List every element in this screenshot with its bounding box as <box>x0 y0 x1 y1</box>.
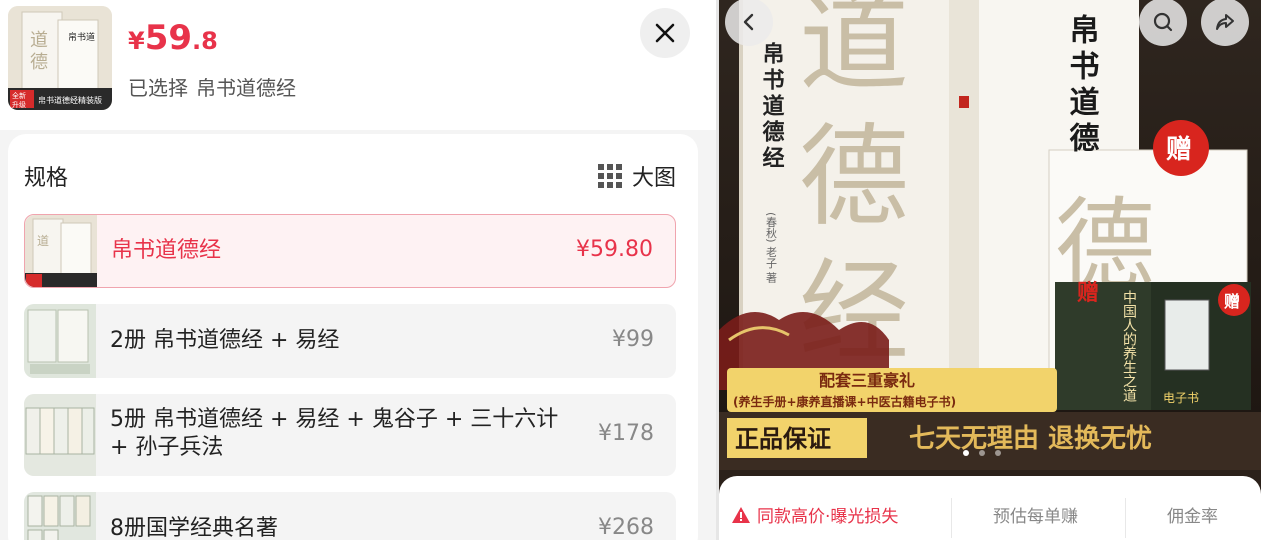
grid-icon <box>597 164 622 188</box>
option-price: ¥59.80 <box>576 237 653 262</box>
spec-option-1[interactable]: 道 帛书道德经 ¥59.80 <box>24 214 676 288</box>
price-decimal: .8 <box>192 27 218 55</box>
sku-header: 道 德 帛书道 全新 升级 帛书道德经精装版 ¥59.8 已选择 帛书道德经 <box>0 0 716 130</box>
option-thumbnail <box>24 394 96 476</box>
spec-title: 规格 <box>24 166 69 191</box>
refund-label: 七天无理由 退换无忧 <box>909 424 1152 454</box>
spec-sheet: 规格 大图 道 帛书道德经 ¥59.80 2册 帛书道德经 + 易经 ¥99 5… <box>0 130 716 540</box>
column-divider <box>951 498 952 538</box>
product-image-carousel[interactable]: 赠 道 德 经 德 帛书道德经 (春秋) 老子 著 帛书道德 赠 中国人的养生之… <box>719 0 1261 470</box>
banner-right-title: 帛书道德 <box>1064 14 1100 158</box>
back-icon <box>743 13 754 31</box>
search-icon <box>1153 12 1173 32</box>
spec-option-4[interactable]: 8册国学经典名著 ¥268 <box>24 492 676 540</box>
gift-ebook-label: 电子书 <box>1163 391 1199 405</box>
selected-value: 帛书道德经 <box>196 76 296 100</box>
svg-text:道: 道 <box>37 234 49 248</box>
search-button[interactable] <box>1139 0 1187 46</box>
carousel-dot[interactable] <box>979 450 985 456</box>
spec-card: 规格 大图 道 帛书道德经 ¥59.80 2册 帛书道德经 + 易经 ¥99 5… <box>8 134 698 540</box>
selected-variant-text: 已选择 帛书道德经 <box>128 72 296 101</box>
price-currency: ¥ <box>128 27 145 55</box>
option-name: 2册 帛书道德经 + 易经 <box>110 328 340 353</box>
product-thumbnail[interactable]: 道 德 帛书道 全新 升级 帛书道德经精装版 <box>8 6 112 110</box>
option-thumbnail: 道 <box>25 215 97 287</box>
carousel-dot[interactable] <box>963 450 969 456</box>
share-icon <box>1216 14 1234 30</box>
option-price: ¥99 <box>612 327 654 352</box>
option-price: ¥268 <box>598 515 654 540</box>
big-image-button[interactable]: 大图 <box>597 160 676 192</box>
column-divider <box>1125 498 1126 538</box>
big-char-2: 德 <box>799 113 909 241</box>
product-detail-panel: 赠 道 德 经 德 帛书道德经 (春秋) 老子 著 帛书道德 赠 中国人的养生之… <box>719 0 1261 540</box>
svg-text:赠: 赠 <box>1077 280 1099 306</box>
product-banner-image: 赠 道 德 经 德 帛书道德经 (春秋) 老子 著 帛书道德 赠 中国人的养生之… <box>719 0 1261 470</box>
gift-badge: 赠 <box>1166 134 1192 165</box>
price-integer: 59 <box>144 18 193 58</box>
spec-option-3[interactable]: 5册 帛书道德经 + 易经 + 鬼谷子 + 三十六计 + 孙子兵法 ¥178 <box>24 394 676 476</box>
big-char-1: 道 <box>799 0 909 106</box>
option-name: 5册 帛书道德经 + 易经 + 鬼谷子 + 三十六计 <box>110 407 559 432</box>
close-button[interactable] <box>640 8 690 58</box>
svg-text:帛书道: 帛书道 <box>68 31 95 43</box>
thumb-caption: 帛书道德经精装版 <box>38 95 102 105</box>
gift-book-title: 中国人的养生之道 <box>1121 290 1137 403</box>
sku-selector-panel: 道 德 帛书道 全新 升级 帛书道德经精装版 ¥59.8 已选择 帛书道德经 规格 <box>0 0 716 540</box>
thumb-badge-2: 升级 <box>12 100 26 109</box>
commission-info-bar: 同款高价·曝光损失 预估每单赚 佣金率 <box>719 476 1261 540</box>
selected-label: 已选择 <box>128 76 188 100</box>
option-price: ¥178 <box>598 421 654 446</box>
big-image-label: 大图 <box>631 166 676 191</box>
back-button[interactable] <box>725 0 773 46</box>
carousel-dots <box>963 450 1001 456</box>
price-warning[interactable]: 同款高价·曝光损失 <box>731 502 898 527</box>
estimated-earn-label: 预估每单赚 <box>993 507 1078 527</box>
commission-rate-label: 佣金率 <box>1167 507 1218 527</box>
warning-text: 同款高价·曝光损失 <box>757 507 899 527</box>
share-button[interactable] <box>1201 0 1249 46</box>
promo-line-2: (养生手册+康养直播课+中医古籍电子书) <box>733 394 956 409</box>
thumb-badge-1: 全新 <box>12 91 26 100</box>
genuine-label: 正品保证 <box>735 425 831 453</box>
close-icon <box>655 23 675 43</box>
option-name-line2: + 孙子兵法 <box>110 435 224 460</box>
option-thumbnail <box>24 304 96 378</box>
svg-text:德: 德 <box>30 52 48 73</box>
option-name: 8册国学经典名著 <box>110 516 278 540</box>
option-thumbnail <box>24 492 96 540</box>
spec-option-2[interactable]: 2册 帛书道德经 + 易经 ¥99 <box>24 304 676 378</box>
svg-text:道: 道 <box>30 30 48 51</box>
promo-line-1: 配套三重豪礼 <box>819 371 915 390</box>
carousel-dot[interactable] <box>995 450 1001 456</box>
svg-text:赠: 赠 <box>1224 292 1240 311</box>
banner-vertical-title: 帛书道德经 <box>759 41 785 172</box>
book-cover-image: 道 德 帛书道 全新 升级 帛书道德经精装版 <box>8 6 112 110</box>
selected-price: ¥59.8 <box>128 18 218 58</box>
banner-author: (春秋) 老子 著 <box>765 212 778 283</box>
warning-icon <box>732 506 750 523</box>
option-name: 帛书道德经 <box>111 238 222 263</box>
